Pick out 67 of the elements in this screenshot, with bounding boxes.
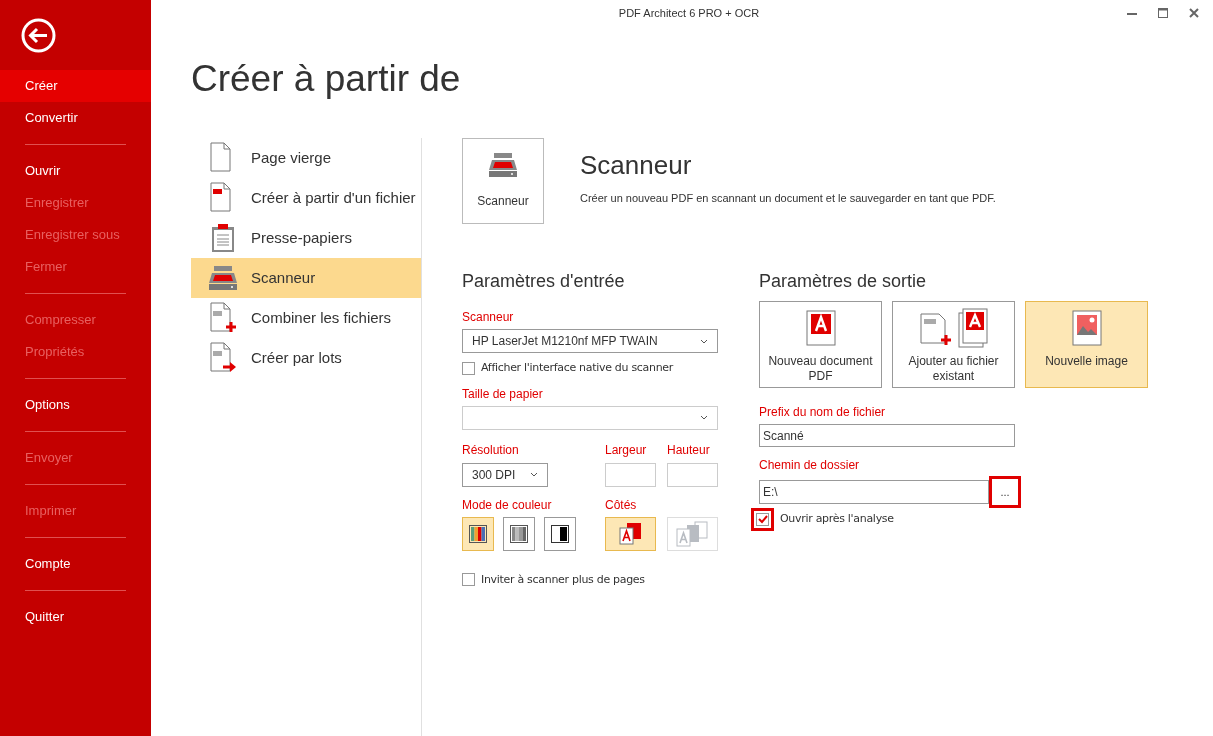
field-label: Chemin de dossier	[759, 457, 861, 474]
sidebar-menu-item[interactable]: Options	[0, 389, 151, 421]
source-option[interactable]: Presse-papiers	[191, 218, 421, 258]
checkbox[interactable]	[462, 361, 475, 375]
color-mode-icon	[469, 524, 487, 543]
file-arrow-icon	[209, 342, 237, 374]
field-label: Prefix du nom de fichier	[759, 404, 887, 421]
scanner-icon	[209, 265, 237, 291]
prefix-field[interactable]: Scanné	[759, 424, 1015, 447]
sidebar-menu-item[interactable]: Créer	[0, 70, 151, 102]
pdf-document-icon	[805, 310, 836, 346]
field-label: Hauteur	[667, 441, 711, 459]
output-option-button[interactable]: Ajouter au fichier existant	[892, 301, 1015, 388]
field-label: Mode de couleur	[462, 496, 553, 514]
height-field[interactable]	[667, 462, 718, 487]
sidebar-menu-item[interactable]: Quitter	[0, 601, 151, 633]
scanner-tile: Scanneur	[462, 138, 544, 224]
section-description: Créer un nouveau PDF en scannant un document et le sauvegarder en tant que PDF.	[580, 191, 996, 206]
single-page-icon	[618, 522, 643, 545]
checkbox-label: Ouvrir après l'analyse	[780, 511, 894, 528]
monochrome-mode-icon	[551, 524, 569, 543]
source-option[interactable]: Créer par lots	[191, 338, 421, 378]
color-mode-button[interactable]	[544, 516, 576, 551]
field-label: Côtés	[605, 496, 638, 514]
sidebar-menu-item[interactable]: Convertir	[0, 102, 151, 134]
section-heading: Scanneur	[580, 152, 693, 178]
field-label: Résolution	[462, 441, 520, 459]
column-heading: Paramètres d'entrée	[462, 270, 626, 293]
sides-button[interactable]	[605, 516, 656, 551]
chevron-down-icon	[700, 415, 708, 420]
checkbox-label: Afficher l'interface native du scanner	[481, 360, 674, 376]
field-label: Taille de papier	[462, 385, 544, 403]
output-option-button[interactable]: Nouvelle image	[1025, 301, 1148, 388]
color-mode-button[interactable]	[462, 516, 494, 551]
field-label: Largeur	[605, 441, 648, 459]
add-to-pdf-icon	[918, 308, 989, 348]
sidebar-menu-item[interactable]: Compte	[0, 548, 151, 580]
resolution-dropdown[interactable]: 300 DPI	[462, 462, 548, 487]
chevron-down-icon	[530, 472, 538, 477]
grayscale-mode-icon	[510, 524, 528, 543]
field-label: Scanneur	[462, 309, 515, 326]
window-title: PDF Architect 6 PRO + OCR	[617, 5, 761, 21]
file-plus-icon	[209, 302, 237, 334]
source-option[interactable]: Page vierge	[191, 138, 421, 178]
checkbox[interactable]	[751, 508, 774, 531]
scanner-dropdown[interactable]: HP LaserJet M1210nf MFP TWAIN	[462, 329, 718, 353]
browse-button[interactable]: ...	[989, 476, 1021, 508]
checkbox-label: Inviter à scanner plus de pages	[481, 571, 645, 588]
close-icon[interactable]	[1189, 8, 1199, 18]
folder-path-field[interactable]: E:\	[759, 480, 989, 504]
column-heading: Paramètres de sortie	[759, 270, 928, 293]
source-option[interactable]: Créer à partir d'un fichier	[191, 178, 421, 218]
source-option[interactable]: Combiner les fichiers	[191, 298, 421, 338]
chevron-down-icon	[700, 338, 708, 344]
output-option-button[interactable]: Nouveau document PDF	[759, 301, 882, 388]
scanner-icon	[489, 152, 517, 178]
checkbox[interactable]	[462, 573, 475, 587]
check-icon	[757, 515, 768, 524]
width-field[interactable]	[605, 462, 656, 487]
double-page-icon	[675, 520, 710, 547]
page-title: Créer à partir de	[191, 60, 462, 101]
source-option[interactable]: Scanneur	[191, 258, 421, 298]
image-file-icon	[1071, 310, 1102, 346]
sidebar-menu-item[interactable]: Ouvrir	[0, 155, 151, 187]
clipboard-icon	[211, 223, 235, 253]
color-mode-button[interactable]	[503, 516, 535, 551]
maximize-icon[interactable]	[1158, 8, 1168, 18]
